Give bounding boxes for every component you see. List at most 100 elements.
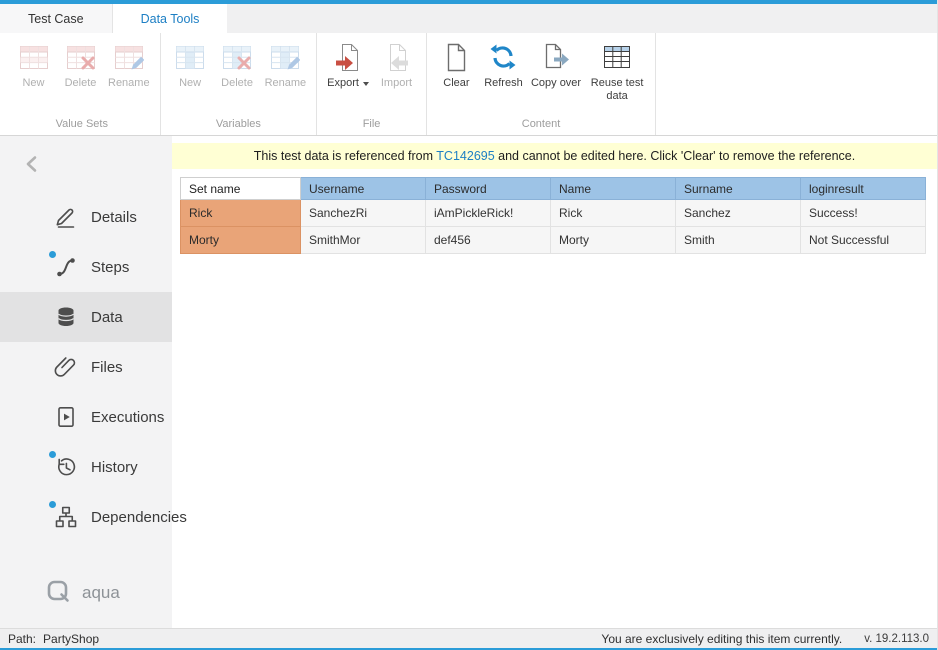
window-body: Details Steps Data Files — [0, 136, 937, 628]
clear-button[interactable]: Clear — [434, 38, 479, 92]
ribbon-group-buttons: New Delete Rename — [168, 38, 310, 116]
sidebar-item-dependencies[interactable]: Dependencies — [0, 492, 172, 542]
ribbon-group-label: Content — [434, 116, 648, 135]
clear-document-icon — [442, 40, 470, 74]
main-content: This test data is referenced from TC1426… — [172, 136, 937, 628]
variable-table-new-icon — [175, 40, 205, 74]
valueset-table-new-icon — [19, 40, 49, 74]
aqua-logo: aqua — [0, 579, 172, 628]
notification-badge-dot — [49, 451, 56, 458]
sidebar-item-label: Data — [91, 309, 123, 326]
aqua-logo-icon — [46, 579, 73, 606]
reuse-test-data-icon — [602, 40, 632, 74]
steps-path-icon — [54, 255, 78, 279]
ribbon-group-label: File — [324, 116, 419, 135]
button-label: Export — [327, 77, 359, 90]
table-row: Morty SmithMor def456 Morty Smith Not Su… — [181, 227, 926, 254]
valueset-table-delete-icon — [66, 40, 96, 74]
value-sets-rename-button: Rename — [105, 38, 153, 92]
dropdown-caret-icon — [363, 82, 369, 86]
variables-new-button: New — [168, 38, 213, 92]
banner-text-before: This test data is referenced from — [254, 149, 437, 163]
ribbon-toolbar: New Delete Rename Value Sets — [0, 33, 937, 136]
tab-label: Data Tools — [141, 12, 200, 26]
cell-surname[interactable]: Sanchez — [676, 200, 801, 227]
test-data-grid-container: Set name Username Password Name Surname … — [172, 169, 937, 262]
sidebar-item-label: Steps — [91, 259, 129, 276]
reuse-test-data-button[interactable]: Reuse test data — [586, 38, 648, 105]
ribbon-group-buttons: New Delete Rename — [11, 38, 153, 116]
button-label: Clear — [443, 77, 469, 90]
sidebar-item-label: Dependencies — [91, 509, 187, 526]
back-button[interactable] — [0, 136, 172, 192]
valueset-table-rename-icon — [114, 40, 144, 74]
sidebar-item-files[interactable]: Files — [0, 342, 172, 392]
tab-test-case[interactable]: Test Case — [0, 4, 113, 33]
cell-password[interactable]: iAmPickleRick! — [426, 200, 551, 227]
button-label: Copy over — [531, 77, 581, 90]
cell-username[interactable]: SmithMor — [301, 227, 426, 254]
cell-set-name[interactable]: Rick — [181, 200, 301, 227]
export-icon — [333, 40, 363, 74]
sidebar-item-executions[interactable]: Executions — [0, 392, 172, 442]
button-label: Rename — [108, 77, 150, 90]
execution-run-icon — [54, 405, 78, 429]
sidebar-item-history[interactable]: History — [0, 442, 172, 492]
column-header-surname[interactable]: Surname — [676, 178, 801, 200]
ribbon-group-value-sets: New Delete Rename Value Sets — [4, 33, 161, 135]
cell-loginresult[interactable]: Not Successful — [801, 227, 926, 254]
tab-data-tools[interactable]: Data Tools — [113, 4, 228, 33]
variables-delete-button: Delete — [215, 38, 260, 92]
button-label: New — [179, 77, 201, 90]
button-label: Import — [381, 77, 412, 90]
button-label: Refresh — [484, 77, 523, 90]
pencil-icon — [54, 205, 78, 229]
button-label: Rename — [265, 77, 307, 90]
notification-badge-dot — [49, 501, 56, 508]
cell-password[interactable]: def456 — [426, 227, 551, 254]
ribbon-group-content: Clear Refresh Copy over — [427, 33, 656, 135]
test-data-table: Set name Username Password Name Surname … — [180, 177, 926, 254]
cell-name[interactable]: Rick — [551, 200, 676, 227]
column-header-username[interactable]: Username — [301, 178, 426, 200]
app-window: Test Case Data Tools New Delete — [0, 0, 938, 650]
button-label: New — [22, 77, 44, 90]
ribbon-group-buttons: Export Import — [324, 38, 419, 116]
path-label: Path: — [8, 632, 36, 646]
refresh-button[interactable]: Refresh — [481, 38, 526, 92]
sidebar-item-label: Files — [91, 359, 123, 376]
export-button[interactable]: Export — [324, 38, 372, 92]
button-label: Delete — [65, 77, 97, 90]
paperclip-icon — [54, 355, 78, 379]
cell-loginresult[interactable]: Success! — [801, 200, 926, 227]
referenced-testcase-link[interactable]: TC142695 — [436, 149, 494, 163]
notification-badge-dot — [49, 251, 56, 258]
button-label: Delete — [221, 77, 253, 90]
import-icon — [381, 40, 411, 74]
column-header-password[interactable]: Password — [426, 178, 551, 200]
ribbon-group-buttons: Clear Refresh Copy over — [434, 38, 648, 116]
copy-over-button[interactable]: Copy over — [528, 38, 584, 92]
variable-table-delete-icon — [222, 40, 252, 74]
column-header-set-name[interactable]: Set name — [181, 178, 301, 200]
sidebar-item-steps[interactable]: Steps — [0, 242, 172, 292]
sidebar-item-label: Executions — [91, 409, 164, 426]
cell-name[interactable]: Morty — [551, 227, 676, 254]
column-header-name[interactable]: Name — [551, 178, 676, 200]
cell-surname[interactable]: Smith — [676, 227, 801, 254]
cell-username[interactable]: SanchezRi — [301, 200, 426, 227]
button-label: Reuse test data — [589, 77, 645, 103]
database-icon — [54, 305, 78, 329]
banner-text-after: and cannot be edited here. Click 'Clear'… — [495, 149, 856, 163]
ribbon-tab-bar: Test Case Data Tools — [0, 4, 937, 33]
ribbon-group-variables: New Delete Rename Variables — [161, 33, 318, 135]
cell-set-name[interactable]: Morty — [181, 227, 301, 254]
column-header-loginresult[interactable]: loginresult — [801, 178, 926, 200]
table-row: Rick SanchezRi iAmPickleRick! Rick Sanch… — [181, 200, 926, 227]
sidebar-item-label: History — [91, 459, 138, 476]
sidebar-item-data[interactable]: Data — [0, 292, 172, 342]
variables-rename-button: Rename — [262, 38, 310, 92]
sidebar-item-details[interactable]: Details — [0, 192, 172, 242]
value-sets-new-button: New — [11, 38, 56, 92]
version-label: v. 19.2.113.0 — [864, 633, 929, 645]
